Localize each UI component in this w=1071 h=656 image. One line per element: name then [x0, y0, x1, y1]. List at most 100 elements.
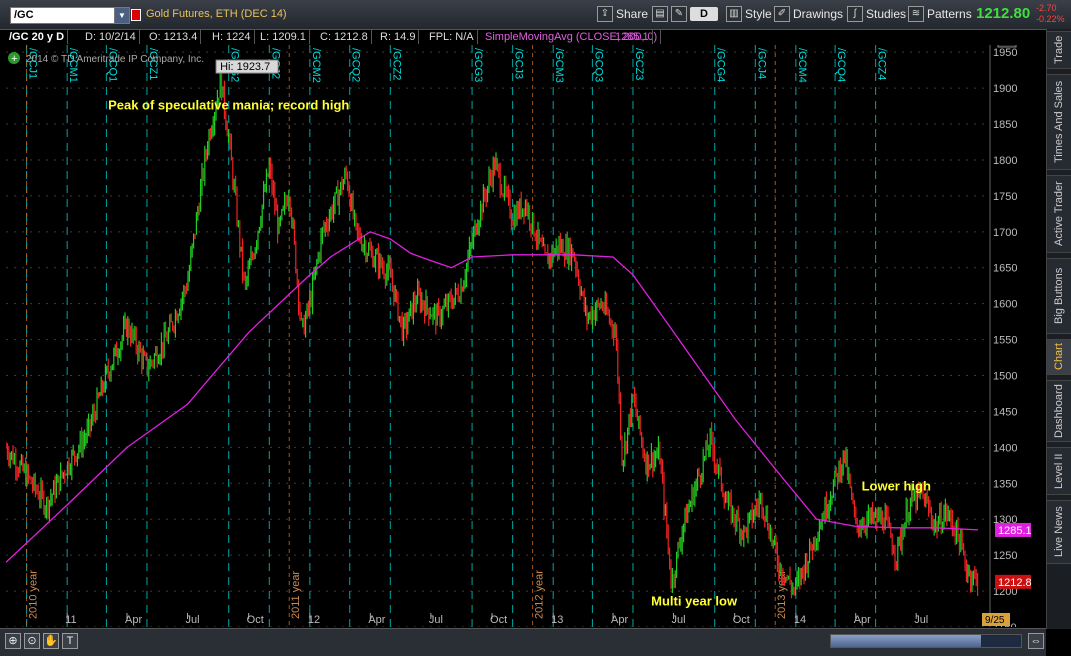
date-marker-label: 9/25 [985, 615, 1005, 626]
high-marker-label: Hi: 1923.7 [220, 61, 270, 73]
year-marker-label: 2012 year [534, 570, 546, 619]
studies-button[interactable]: ∫ Studies [847, 5, 906, 23]
y-tick-label: 1550 [993, 335, 1017, 347]
expiration-label: /GCZ4 [876, 48, 888, 80]
y-tick-label: 1700 [993, 227, 1017, 239]
right-sidebar: Trade Times And Sales Active Trader Big But… [1046, 29, 1071, 629]
studies-label: Studies [866, 7, 907, 21]
x-tick-label: Apr [611, 614, 628, 626]
y-tick-label: 1500 [993, 371, 1017, 383]
drawings-button[interactable]: ✐ Drawings [774, 5, 843, 23]
drawing-tool-button[interactable]: ✎ [997, 45, 1017, 48]
year-marker-label: 2011 year [290, 571, 302, 619]
expiration-label: /GCJ3 [513, 48, 525, 79]
text-tool-icon[interactable]: T [62, 633, 78, 649]
setup-button[interactable]: ▤ ✎ [652, 5, 687, 23]
copyright-note: + 2014 © TD Ameritrade IP Company, Inc. [8, 52, 204, 65]
bottom-toolbar: ⊕ ⊙ ✋ T ⇔ [0, 628, 1046, 656]
expiration-label: /GCG4 [715, 48, 727, 82]
x-tick-label: 11 [65, 614, 76, 626]
price-chart[interactable]: /GCJ1/GCM1/GCQ1/GCZ1/GCG2/GCJ2/GCM2/GCQ2… [6, 45, 1046, 627]
expiration-label: /GCM3 [553, 48, 565, 83]
x-tick-label: Oct [247, 614, 264, 626]
x-tick-label: Apr [854, 614, 871, 626]
expiration-label: /GCM4 [796, 48, 808, 83]
patterns-icon: ≋ [908, 6, 924, 22]
chart-settings-icon: ▤ [652, 6, 668, 22]
style-label: Style [745, 7, 772, 21]
sidebar-tab-times-and-sales[interactable]: Times And Sales [1047, 74, 1071, 170]
y-tick-label: 1950 [993, 47, 1017, 59]
timeframe-label[interactable]: /GC 20 y D [6, 30, 69, 44]
crosshair-icon[interactable]: ⊕ [5, 633, 21, 649]
sidebar-tab-chart[interactable]: Chart [1047, 339, 1071, 375]
x-tick-label: 12 [308, 614, 320, 626]
chart-annotation: Multi year low [651, 593, 738, 608]
current-price-label: 1212.8 [998, 577, 1032, 589]
y-tick-label: 1850 [993, 119, 1017, 131]
sidebar-tab-trade[interactable]: Trade [1047, 31, 1071, 69]
patterns-label: Patterns [927, 7, 972, 21]
aggregation-button[interactable]: D [690, 7, 718, 21]
share-icon: ⇪ [597, 6, 613, 22]
sidebar-tab-live-news[interactable]: Live News [1047, 500, 1071, 564]
x-axis[interactable]: 11 Apr Jul Oct 12 Apr Jul Oct 13 Apr Jul Oct 14 Apr Ju… [65, 613, 928, 626]
y-axis[interactable]: 1150120012501300135014001450150015501600… [989, 45, 1017, 627]
style-button[interactable]: ▥ Style [726, 5, 772, 23]
expiration-label: /GCZ3 [633, 48, 645, 80]
share-button[interactable]: ⇪ Share [597, 5, 648, 23]
y-tick-label: 1900 [993, 83, 1017, 95]
drawings-label: Drawings [793, 7, 844, 21]
expiration-label: /GCZ2 [390, 48, 402, 80]
year-marker-label: 2010 year [28, 570, 40, 619]
chart-info-bar: /GC 20 y D D: 10/2/14 O: 1213.4 H: 1224 … [6, 30, 996, 44]
toolbar: /GC ▼ Gold Futures, ETH (DEC 14) ⇪ Share… [0, 0, 1071, 30]
expand-icon[interactable]: ⇔ [1028, 633, 1044, 649]
pan-icon[interactable]: ✋ [43, 633, 59, 649]
info-fpl: FPL: N/A [426, 30, 478, 44]
x-tick-label: Jul [672, 614, 686, 626]
patterns-button[interactable]: ≋ Patterns [908, 5, 972, 23]
info-open: O: 1213.4 [146, 30, 202, 44]
chart-scrollbar[interactable] [830, 634, 1022, 648]
studies-icon: ∫ [847, 6, 863, 22]
info-low: L: 1209.1 [257, 30, 310, 44]
scrollbar-thumb[interactable] [831, 635, 981, 647]
expiration-label: /GCG3 [472, 48, 484, 82]
sidebar-tab-level-ii[interactable]: Level II [1047, 447, 1071, 495]
style-icon: ▥ [726, 6, 742, 22]
symbol-dropdown-icon[interactable]: ▼ [114, 7, 130, 24]
x-tick-label: Apr [125, 614, 142, 626]
y-tick-label: 1650 [993, 263, 1017, 275]
symbol-flag-icon[interactable] [131, 9, 141, 21]
plot-area[interactable] [6, 45, 990, 627]
zoom-icon[interactable]: ⊙ [24, 633, 40, 649]
y-tick-label: 1400 [993, 442, 1017, 454]
sidebar-tab-big-buttons[interactable]: Big Buttons [1047, 258, 1071, 334]
y-tick-label: 1750 [993, 191, 1017, 203]
expiration-label: /GCQ3 [592, 48, 604, 82]
symbol-description: Gold Futures, ETH (DEC 14) [146, 8, 287, 20]
sma-price-label: 1285.1 [998, 525, 1032, 537]
x-tick-label: Oct [733, 614, 750, 626]
x-tick-label: Apr [368, 614, 385, 626]
info-high: H: 1224 [209, 30, 255, 44]
symbol-input[interactable]: /GC [10, 7, 124, 24]
x-tick-label: Jul [186, 614, 200, 626]
sidebar-tab-dashboard[interactable]: Dashboard [1047, 380, 1071, 442]
y-tick-label: 1600 [993, 299, 1017, 311]
sidebar-tab-active-trader[interactable]: Active Trader [1047, 175, 1071, 253]
y-tick-label: 1250 [993, 550, 1017, 562]
expiration-label: /GCM2 [310, 48, 322, 83]
info-close: C: 1212.8 [317, 30, 372, 44]
study-value: 1285.1 [612, 30, 653, 44]
x-tick-label: Oct [490, 614, 507, 626]
copyright-text: 2014 © TD Ameritrade IP Company, Inc. [26, 54, 204, 65]
expiration-label: /GCJ4 [755, 48, 767, 79]
plus-glyph: + [11, 53, 17, 65]
y-tick-label: 1800 [993, 155, 1017, 167]
last-price: 1212.80 [976, 5, 1031, 22]
expiration-label: /GCQ4 [835, 48, 847, 82]
pencil-icon: ✎ [1002, 45, 1011, 46]
net-change: -2.70 [1036, 3, 1057, 13]
